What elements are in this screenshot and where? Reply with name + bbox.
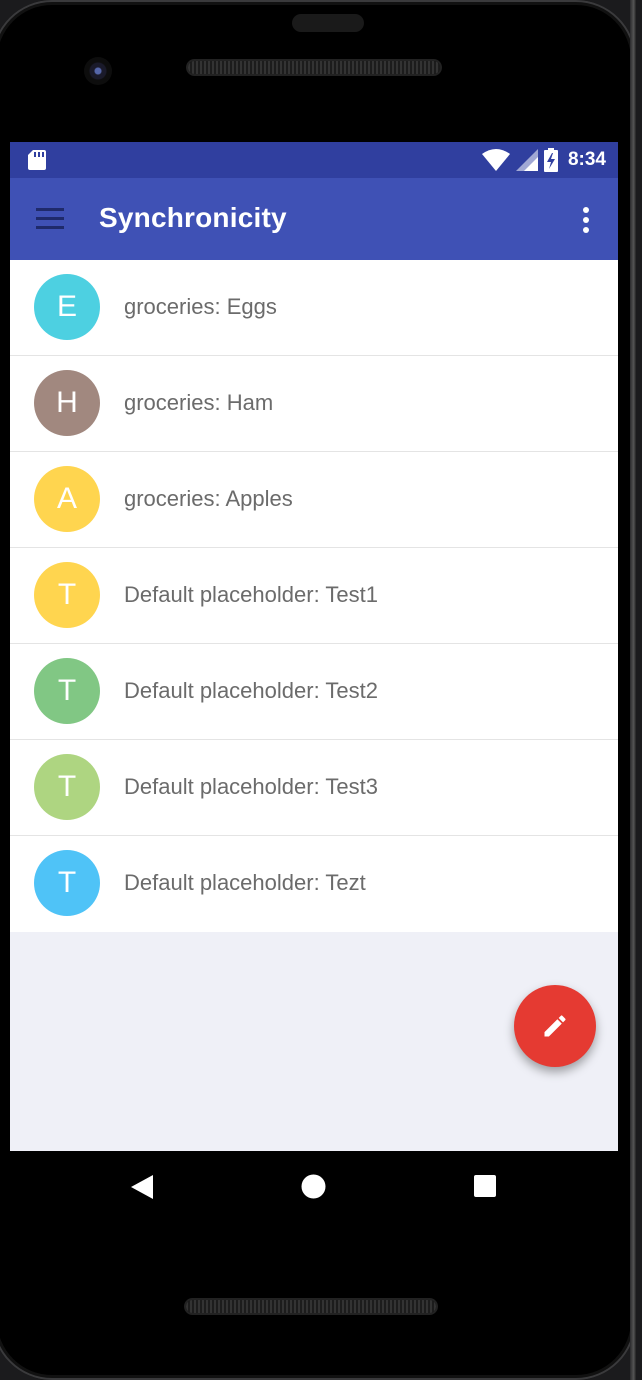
back-icon[interactable] [131,1175,153,1199]
pencil-icon [544,1015,566,1037]
recents-icon[interactable] [474,1175,496,1197]
overflow-menu-icon[interactable] [574,205,598,235]
list-item[interactable]: T Default placeholder: Test3 [10,740,618,836]
avatar: T [34,850,100,916]
list-item[interactable]: H groceries: Ham [10,356,618,452]
avatar: H [34,370,100,436]
avatar: T [34,658,100,724]
phone-edge [630,0,636,1380]
list-item[interactable]: E groceries: Eggs [10,260,618,356]
avatar: A [34,466,100,532]
avatar: T [34,754,100,820]
list-item-text: Default placeholder: Test1 [124,582,378,607]
compose-fab-button[interactable] [514,985,596,1067]
menu-icon[interactable] [34,208,66,230]
list-item-text: groceries: Ham [124,390,274,415]
app-bar: Synchronicity [10,178,618,260]
navigation-bar [10,1151,618,1223]
list-item-text: Default placeholder: Test3 [124,774,378,799]
list-item[interactable]: T Default placeholder: Test2 [10,644,618,740]
front-camera [84,57,112,85]
signal-icon [515,149,538,171]
status-time: 8:34 [567,149,606,170]
avatar: E [34,274,100,340]
bottom-speaker [186,1300,436,1313]
device-screen: 8:34 Synchronicity E groceries: Eggs H g… [10,142,618,1151]
list-item[interactable]: T Default placeholder: Test1 [10,548,618,644]
top-sensor [292,14,364,32]
item-list: E groceries: Eggs H groceries: Ham A gro… [10,260,618,932]
list-item[interactable]: A groceries: Apples [10,452,618,548]
list-item[interactable]: T Default placeholder: Tezt [10,836,618,932]
list-item-text: Default placeholder: Test2 [124,678,378,703]
list-item-text: groceries: Eggs [124,294,277,319]
avatar: T [34,562,100,628]
earpiece-speaker [188,61,440,74]
status-bar: 8:34 [10,142,618,178]
app-title: Synchronicity [99,202,287,233]
list-item-text: groceries: Apples [124,486,293,511]
list-item-text: Default placeholder: Tezt [124,870,366,895]
wifi-icon [481,149,510,171]
home-icon[interactable] [301,1174,326,1199]
sd-card-icon [28,150,46,170]
battery-charging-icon [543,148,558,172]
